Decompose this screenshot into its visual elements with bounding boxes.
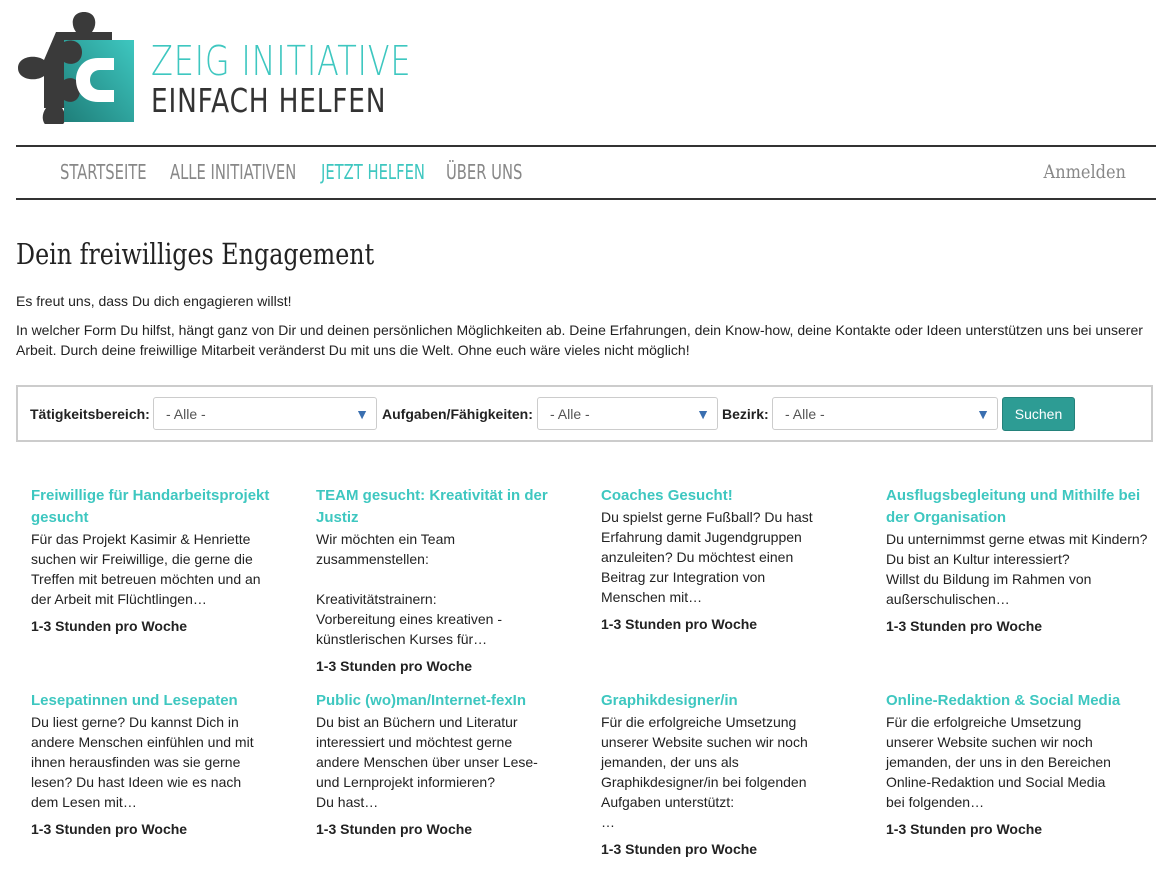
district-select-value: - Alle -: [785, 406, 825, 422]
brand-line-2: EINFACH HELFEN: [151, 81, 387, 120]
district-select[interactable]: - Alle - ▼: [772, 397, 998, 430]
card-title-link[interactable]: Graphikdesigner/in: [601, 690, 841, 712]
card-title-link[interactable]: Lesepatinnen und Lesepaten: [31, 690, 271, 712]
card-description: Du spielst gerne Fußball? Du hast Erfahr…: [601, 509, 813, 605]
login-link[interactable]: Anmelden: [1044, 161, 1126, 183]
dropdown-arrow-icon: ▼: [355, 406, 369, 422]
initiative-card: Coaches Gesucht! Du spielst gerne Fußbal…: [601, 485, 831, 634]
search-button[interactable]: Suchen: [1002, 397, 1075, 431]
card-time-commitment: 1-3 Stunden pro Woche: [601, 841, 758, 857]
site-header: ZEIG INITIATIVE EINFACH HELFEN: [0, 0, 1176, 145]
nav-jetzt-helfen[interactable]: JETZT HELFEN: [321, 160, 425, 184]
skills-select[interactable]: - Alle - ▼: [537, 397, 718, 430]
card-title-link[interactable]: Public (wo)man/Internet-fexIn: [316, 690, 556, 712]
card-title-link[interactable]: TEAM gesucht: Kreativität in der Justiz: [316, 485, 561, 529]
card-time-commitment: 1-3 Stunden pro Woche: [31, 618, 188, 634]
page-title: Dein freiwilliges Engagement: [16, 237, 375, 271]
filter-bar: Tätigkeitsbereich: - Alle - ▼ Aufgaben/F…: [16, 385, 1153, 442]
card-description: Wir möchten ein Team zusammenstellen: Kr…: [316, 531, 502, 647]
intro-text-1: Es freut uns, dass Du dich engagieren wi…: [16, 293, 292, 309]
card-time-commitment: 1-3 Stunden pro Woche: [31, 821, 188, 837]
district-filter-label: Bezirk:: [722, 406, 769, 422]
dropdown-arrow-icon: ▼: [696, 406, 710, 422]
nav-ueber-uns[interactable]: ÜBER UNS: [446, 160, 522, 184]
card-description: Für die erfolgreiche Umsetzung unserer W…: [886, 714, 1111, 810]
main-nav: STARTSEITE ALLE INITIATIVEN JETZT HELFEN…: [16, 145, 1156, 200]
card-time-commitment: 1-3 Stunden pro Woche: [886, 618, 1043, 634]
initiative-card: Ausflugsbegleitung und Mithilfe bei der …: [886, 485, 1148, 636]
card-description: Du bist an Büchern und Literatur interes…: [316, 714, 538, 810]
initiative-card: Graphikdesigner/in Für die erfolgreiche …: [601, 690, 841, 859]
card-description: Für die erfolgreiche Umsetzung unserer W…: [601, 714, 808, 830]
card-title-link[interactable]: Ausflugsbegleitung und Mithilfe bei der …: [886, 485, 1148, 529]
nav-startseite[interactable]: STARTSEITE: [60, 160, 147, 184]
initiative-card: Freiwillige für Handarbeitsprojekt gesuc…: [31, 485, 281, 636]
card-description: Du unternimmst gerne etwas mit Kindern? …: [886, 531, 1148, 607]
card-time-commitment: 1-3 Stunden pro Woche: [601, 616, 758, 632]
card-time-commitment: 1-3 Stunden pro Woche: [316, 821, 473, 837]
initiative-card: Online-Redaktion & Social Media Für die …: [886, 690, 1126, 839]
skills-filter-label: Aufgaben/Fähigkeiten:: [382, 406, 533, 422]
puzzle-logo-icon[interactable]: [16, 10, 136, 124]
card-title-link[interactable]: Coaches Gesucht!: [601, 485, 831, 507]
initiative-card: Lesepatinnen und Lesepaten Du liest gern…: [31, 690, 271, 839]
intro-text-2: In welcher Form Du hilfst, hängt ganz vo…: [16, 322, 1143, 358]
initiative-card: TEAM gesucht: Kreativität in der Justiz …: [316, 485, 561, 676]
nav-alle-initiativen[interactable]: ALLE INITIATIVEN: [170, 160, 296, 184]
area-filter-label: Tätigkeitsbereich:: [30, 406, 150, 422]
dropdown-arrow-icon: ▼: [976, 406, 990, 422]
brand-logo-text[interactable]: ZEIG INITIATIVE EINFACH HELFEN: [151, 38, 485, 120]
card-description: Du liest gerne? Du kannst Dich in andere…: [31, 714, 254, 810]
skills-select-value: - Alle -: [550, 406, 590, 422]
card-time-commitment: 1-3 Stunden pro Woche: [886, 821, 1043, 837]
initiative-card: Public (wo)man/Internet-fexIn Du bist an…: [316, 690, 556, 839]
brand-line-1: ZEIG INITIATIVE: [151, 37, 412, 85]
card-description: Für das Projekt Kasimir & Henriette such…: [31, 531, 261, 607]
area-select-value: - Alle -: [166, 406, 206, 422]
card-time-commitment: 1-3 Stunden pro Woche: [316, 658, 473, 674]
card-title-link[interactable]: Freiwillige für Handarbeitsprojekt gesuc…: [31, 485, 281, 529]
card-title-link[interactable]: Online-Redaktion & Social Media: [886, 690, 1126, 712]
area-select[interactable]: - Alle - ▼: [153, 397, 377, 430]
